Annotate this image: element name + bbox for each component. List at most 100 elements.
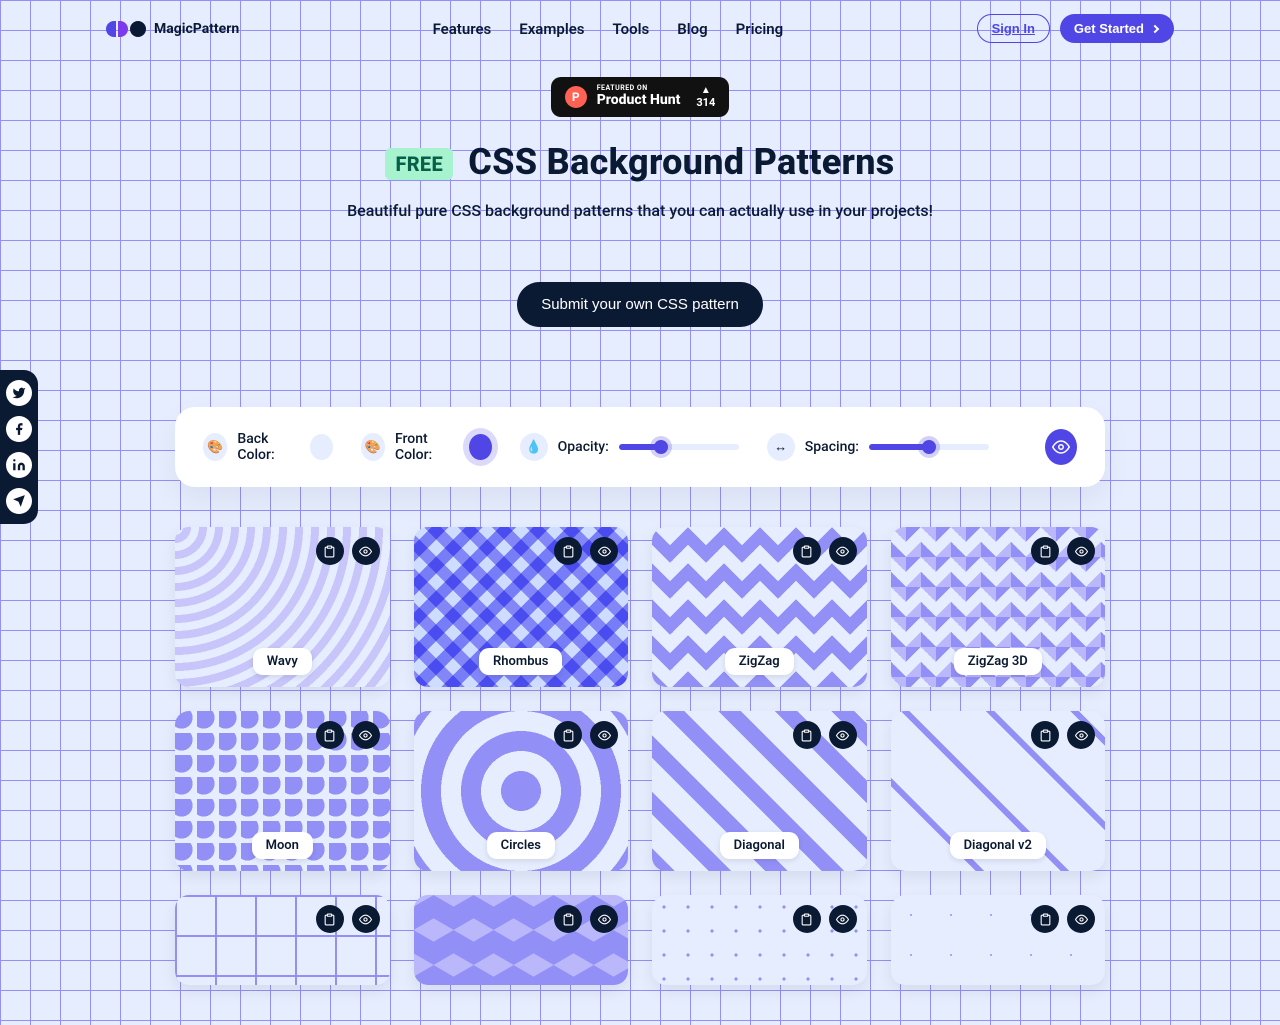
pattern-card[interactable] xyxy=(175,895,390,985)
submit-pattern-button[interactable]: Submit your own CSS pattern xyxy=(517,282,763,327)
clipboard-icon xyxy=(1039,729,1052,742)
producthunt-name: Product Hunt xyxy=(597,93,681,108)
preview-button[interactable] xyxy=(829,905,857,933)
share-facebook-button[interactable] xyxy=(6,416,32,442)
back-color-swatch[interactable] xyxy=(310,434,333,460)
clipboard-icon xyxy=(1039,545,1052,558)
copy-button[interactable] xyxy=(316,721,344,749)
preview-button[interactable] xyxy=(1067,905,1095,933)
share-telegram-button[interactable] xyxy=(6,488,32,514)
front-color-label: Front Color: xyxy=(395,431,459,463)
hero: P FEATURED ON Product Hunt ▲ 314 FREE CS… xyxy=(0,57,1280,367)
clipboard-icon xyxy=(323,545,336,558)
pattern-name: ZigZag 3D xyxy=(954,648,1042,675)
pattern-card[interactable] xyxy=(414,895,629,985)
spacing-control: ↔ Spacing: xyxy=(767,433,989,461)
clipboard-icon xyxy=(323,729,336,742)
opacity-slider[interactable] xyxy=(619,444,739,450)
chevron-right-icon xyxy=(1151,24,1159,32)
pattern-name: Rhombus xyxy=(479,648,562,675)
signin-button[interactable]: Sign In xyxy=(977,14,1050,43)
preview-button[interactable] xyxy=(590,721,618,749)
card-actions xyxy=(1031,537,1095,565)
pattern-card-circles[interactable]: Circles xyxy=(414,711,629,871)
nav-pricing[interactable]: Pricing xyxy=(736,20,784,38)
preview-button[interactable] xyxy=(1067,721,1095,749)
header-actions: Sign In Get Started xyxy=(977,14,1174,43)
pattern-card-zigzag3d[interactable]: ZigZag 3D xyxy=(891,527,1106,687)
pattern-card-diagonalv2[interactable]: Diagonal v2 xyxy=(891,711,1106,871)
front-color-swatch[interactable] xyxy=(469,434,492,460)
palette-icon: 🎨 xyxy=(361,433,385,461)
copy-button[interactable] xyxy=(554,905,582,933)
card-actions xyxy=(554,721,618,749)
producthunt-text: FEATURED ON Product Hunt xyxy=(597,85,681,108)
copy-button[interactable] xyxy=(1031,905,1059,933)
copy-button[interactable] xyxy=(554,537,582,565)
back-color-label: Back Color: xyxy=(237,431,300,463)
pattern-name: Circles xyxy=(487,832,555,859)
preview-button[interactable] xyxy=(352,905,380,933)
share-linkedin-button[interactable] xyxy=(6,452,32,478)
clipboard-icon xyxy=(562,545,575,558)
producthunt-badge[interactable]: P FEATURED ON Product Hunt ▲ 314 xyxy=(551,77,730,117)
spacing-label: Spacing: xyxy=(805,439,859,455)
twitter-icon xyxy=(12,386,26,400)
preview-button[interactable] xyxy=(829,721,857,749)
copy-button[interactable] xyxy=(1031,721,1059,749)
pattern-card-moon[interactable]: Moon xyxy=(175,711,390,871)
card-actions xyxy=(554,537,618,565)
preview-toggle-button[interactable] xyxy=(1045,429,1077,465)
preview-button[interactable] xyxy=(1067,537,1095,565)
getstarted-label: Get Started xyxy=(1074,21,1144,36)
subtitle: Beautiful pure CSS background patterns t… xyxy=(0,201,1280,220)
logo[interactable]: MagicPattern xyxy=(106,21,239,37)
preview-button[interactable] xyxy=(352,721,380,749)
copy-button[interactable] xyxy=(316,905,344,933)
card-actions xyxy=(793,537,857,565)
card-actions xyxy=(1031,905,1095,933)
eye-icon xyxy=(598,545,611,558)
pattern-card-wavy[interactable]: Wavy xyxy=(175,527,390,687)
pattern-card[interactable] xyxy=(891,895,1106,985)
arrows-horizontal-icon: ↔ xyxy=(767,433,795,461)
card-actions xyxy=(793,721,857,749)
preview-button[interactable] xyxy=(590,537,618,565)
producthunt-logo-icon: P xyxy=(565,86,587,108)
clipboard-icon xyxy=(323,913,336,926)
nav-examples[interactable]: Examples xyxy=(519,20,584,38)
copy-button[interactable] xyxy=(1031,537,1059,565)
copy-button[interactable] xyxy=(793,537,821,565)
eye-icon xyxy=(836,913,849,926)
pattern-name: Diagonal v2 xyxy=(950,832,1046,859)
preview-button[interactable] xyxy=(352,537,380,565)
card-actions xyxy=(316,905,380,933)
card-actions xyxy=(316,721,380,749)
copy-button[interactable] xyxy=(793,721,821,749)
getstarted-button[interactable]: Get Started xyxy=(1060,14,1174,43)
preview-button[interactable] xyxy=(590,905,618,933)
pattern-card-rhombus[interactable]: Rhombus xyxy=(414,527,629,687)
copy-button[interactable] xyxy=(554,721,582,749)
preview-button[interactable] xyxy=(829,537,857,565)
producthunt-count: 314 xyxy=(696,96,715,109)
eye-icon xyxy=(1052,438,1070,456)
facebook-icon xyxy=(12,422,26,436)
card-actions xyxy=(1031,721,1095,749)
pattern-card-diagonal[interactable]: Diagonal xyxy=(652,711,867,871)
nav-blog[interactable]: Blog xyxy=(677,20,707,38)
triangle-up-icon: ▲ xyxy=(696,85,715,96)
nav-tools[interactable]: Tools xyxy=(613,20,650,38)
clipboard-icon xyxy=(800,729,813,742)
nav-features[interactable]: Features xyxy=(433,20,492,38)
free-badge: FREE xyxy=(385,148,453,180)
main-nav: Features Examples Tools Blog Pricing xyxy=(433,20,784,38)
share-twitter-button[interactable] xyxy=(6,380,32,406)
pattern-card[interactable] xyxy=(652,895,867,985)
spacing-slider[interactable] xyxy=(869,444,989,450)
copy-button[interactable] xyxy=(793,905,821,933)
pattern-card-zigzag[interactable]: ZigZag xyxy=(652,527,867,687)
copy-button[interactable] xyxy=(316,537,344,565)
card-actions xyxy=(793,905,857,933)
pattern-name: Moon xyxy=(252,832,313,859)
